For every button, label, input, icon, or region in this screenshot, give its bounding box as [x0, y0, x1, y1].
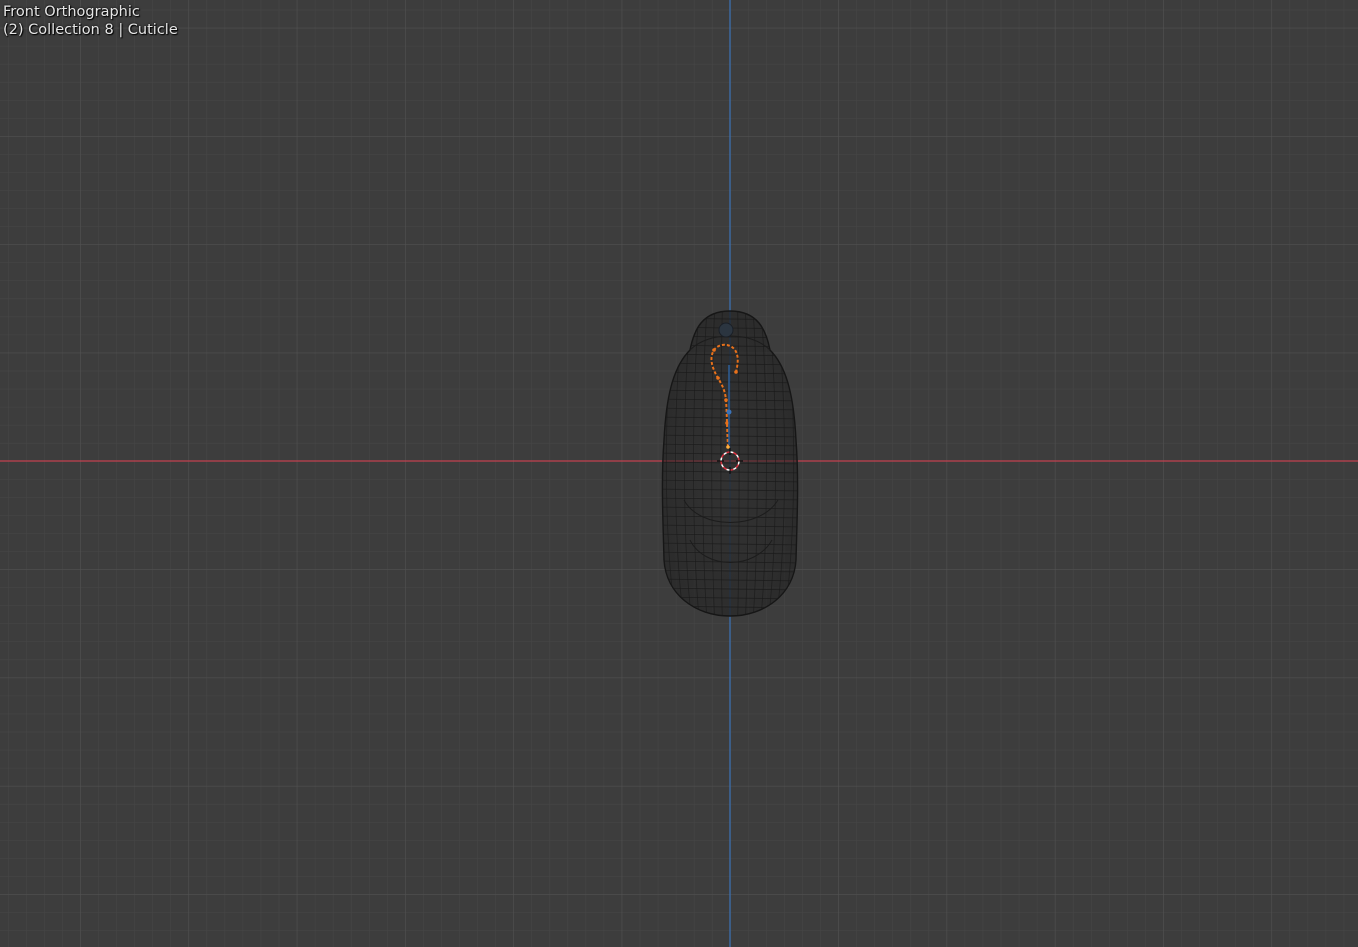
- mesh-top-knob: [718, 322, 734, 338]
- view-name-label: Front Orthographic: [3, 4, 140, 20]
- 3d-viewport[interactable]: Front Orthographic (2) Collection 8 | Cu…: [0, 0, 1358, 947]
- viewport-canvas[interactable]: [0, 0, 1358, 947]
- collection-info-label: (2) Collection 8 | Cuticle: [3, 22, 178, 38]
- bone-joint: [726, 409, 732, 415]
- selected-vertex[interactable]: [734, 370, 738, 374]
- selected-vertex[interactable]: [712, 348, 716, 352]
- selected-vertex[interactable]: [716, 376, 720, 380]
- selected-vertex[interactable]: [724, 398, 728, 402]
- selected-vertex[interactable]: [726, 445, 730, 449]
